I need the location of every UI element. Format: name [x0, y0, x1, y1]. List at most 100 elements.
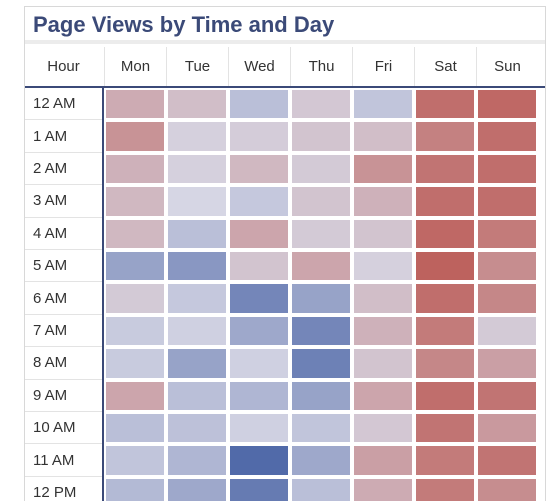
heatmap-cell[interactable] — [106, 284, 164, 313]
heatmap-cell[interactable] — [292, 252, 350, 281]
heatmap-cell[interactable] — [416, 478, 474, 501]
column-header-tue[interactable]: Tue — [166, 47, 228, 86]
heatmap-cell[interactable] — [354, 381, 412, 410]
heatmap-cell[interactable] — [106, 187, 164, 216]
heatmap-cell[interactable] — [106, 154, 164, 184]
heatmap-cell[interactable] — [478, 252, 536, 281]
heatmap-cell[interactable] — [292, 316, 350, 346]
heatmap-cell[interactable] — [478, 187, 536, 216]
heatmap-cell[interactable] — [106, 381, 164, 410]
heatmap-cell[interactable] — [230, 219, 288, 248]
heatmap-cell[interactable] — [354, 154, 412, 184]
heatmap-cell[interactable] — [106, 219, 164, 248]
heatmap-cell[interactable] — [106, 90, 164, 119]
heatmap-cell[interactable] — [416, 284, 474, 313]
heatmap-cell[interactable] — [354, 252, 412, 281]
heatmap-cell[interactable] — [354, 122, 412, 151]
heatmap-cell[interactable] — [168, 349, 226, 378]
heatmap-cell[interactable] — [106, 478, 164, 501]
heatmap-cell[interactable] — [478, 349, 536, 378]
column-header-sun[interactable]: Sun — [476, 47, 538, 86]
heatmap-cell[interactable] — [416, 187, 474, 216]
heatmap-cell[interactable] — [168, 187, 226, 216]
heatmap-cell[interactable] — [230, 316, 288, 346]
heatmap-cell[interactable] — [168, 90, 226, 119]
heatmap-cell[interactable] — [354, 90, 412, 119]
heatmap-cell[interactable] — [416, 316, 474, 346]
column-header-thu[interactable]: Thu — [290, 47, 352, 86]
heatmap-cell[interactable] — [168, 219, 226, 248]
heatmap-cell[interactable] — [478, 414, 536, 443]
column-header-sat[interactable]: Sat — [414, 47, 476, 86]
heatmap-cell[interactable] — [416, 381, 474, 410]
heatmap-cell[interactable] — [478, 219, 536, 248]
heatmap-cell[interactable] — [230, 446, 288, 475]
heatmap-cell[interactable] — [354, 414, 412, 443]
column-header-hour[interactable]: Hour — [25, 47, 102, 86]
heatmap-cell[interactable] — [230, 478, 288, 501]
heatmap-cell[interactable] — [106, 414, 164, 443]
heatmap-cell[interactable] — [292, 122, 350, 151]
heatmap-cell[interactable] — [168, 381, 226, 410]
heatmap-cell[interactable] — [416, 252, 474, 281]
heatmap-cell[interactable] — [478, 90, 536, 119]
heatmap-cell[interactable] — [416, 349, 474, 378]
heatmap-cell[interactable] — [168, 446, 226, 475]
column-header-mon[interactable]: Mon — [104, 47, 166, 86]
heatmap-cell[interactable] — [292, 90, 350, 119]
heatmap-cell[interactable] — [230, 284, 288, 313]
heatmap-cell[interactable] — [230, 252, 288, 281]
heatmap-cell[interactable] — [106, 252, 164, 281]
heatmap-cell[interactable] — [292, 446, 350, 475]
heatmap-cell[interactable] — [416, 446, 474, 475]
heatmap-cell[interactable] — [106, 349, 164, 378]
heatmap-cell[interactable] — [478, 446, 536, 475]
heatmap-cell[interactable] — [168, 252, 226, 281]
heatmap-cell[interactable] — [354, 219, 412, 248]
row-label: 8 AM — [25, 347, 102, 380]
heatmap-cell[interactable] — [292, 154, 350, 184]
heatmap-cell[interactable] — [230, 122, 288, 151]
heatmap-cell[interactable] — [230, 381, 288, 410]
heatmap-cell[interactable] — [168, 154, 226, 184]
heatmap-cell[interactable] — [230, 187, 288, 216]
heatmap-cell[interactable] — [106, 316, 164, 346]
heatmap-cell[interactable] — [292, 219, 350, 248]
heatmap-cell[interactable] — [292, 349, 350, 378]
heatmap-cell[interactable] — [416, 122, 474, 151]
heatmap-cell[interactable] — [478, 122, 536, 151]
heatmap-cell[interactable] — [478, 316, 536, 346]
heatmap-cell[interactable] — [416, 414, 474, 443]
heatmap-cell[interactable] — [292, 284, 350, 313]
heatmap-cell[interactable] — [354, 349, 412, 378]
column-header-wed[interactable]: Wed — [228, 47, 290, 86]
heatmap-cell[interactable] — [106, 446, 164, 475]
heatmap-cell[interactable] — [292, 414, 350, 443]
heatmap-cell[interactable] — [106, 122, 164, 151]
heatmap-cell[interactable] — [478, 284, 536, 313]
heatmap-cell[interactable] — [354, 478, 412, 501]
heatmap-cell[interactable] — [416, 90, 474, 119]
column-header-fri[interactable]: Fri — [352, 47, 414, 86]
heatmap-cell[interactable] — [292, 381, 350, 410]
heatmap-cell[interactable] — [230, 349, 288, 378]
heatmap-cell[interactable] — [168, 478, 226, 501]
heatmap-cell[interactable] — [230, 414, 288, 443]
heatmap-cell[interactable] — [168, 316, 226, 346]
heatmap-cell[interactable] — [230, 154, 288, 184]
heatmap-cell[interactable] — [478, 154, 536, 184]
heatmap-cell[interactable] — [354, 187, 412, 216]
heatmap-cell[interactable] — [354, 446, 412, 475]
heatmap-cell[interactable] — [230, 90, 288, 119]
heatmap-cell[interactable] — [168, 284, 226, 313]
heatmap-cell[interactable] — [168, 414, 226, 443]
heatmap-cell[interactable] — [292, 478, 350, 501]
heatmap-cell[interactable] — [292, 187, 350, 216]
heatmap-cell[interactable] — [478, 381, 536, 410]
heatmap-cell[interactable] — [354, 284, 412, 313]
heatmap-cell[interactable] — [354, 316, 412, 346]
heatmap-cell[interactable] — [168, 122, 226, 151]
heatmap-cell[interactable] — [478, 478, 536, 501]
heatmap-cell[interactable] — [416, 219, 474, 248]
heatmap-cell[interactable] — [416, 154, 474, 184]
